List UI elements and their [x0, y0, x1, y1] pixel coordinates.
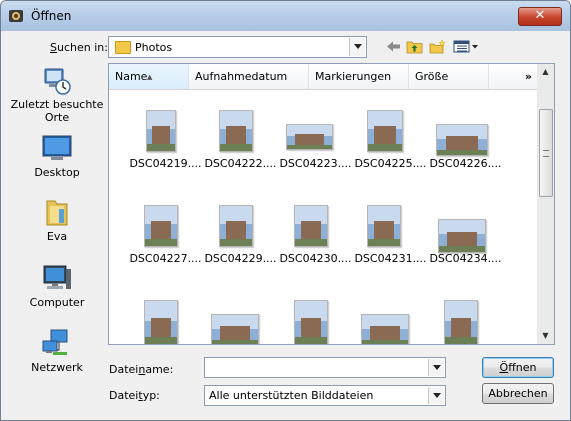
photo-thumbnail	[219, 110, 253, 152]
place-network-label: Netzwerk	[31, 361, 83, 374]
photo-thumbnail	[144, 205, 178, 247]
file-item[interactable]	[428, 294, 503, 344]
lookin-dropdown[interactable]: Photos	[108, 36, 367, 58]
place-recent-label: Zuletzt besuchte Orte	[10, 98, 104, 124]
lookin-label: Suchen in:	[50, 41, 108, 54]
file-name: DSC04230....	[279, 252, 352, 265]
photo-thumbnail	[367, 205, 401, 247]
file-item[interactable]: DSC04226....	[428, 104, 503, 194]
file-list[interactable]: ▲ Name Aufnahmedatum Markierungen Größe …	[108, 63, 555, 345]
column-size[interactable]: Größe	[409, 64, 489, 89]
close-icon: ✕	[534, 8, 546, 23]
photo-thumbnail	[294, 300, 328, 344]
place-computer[interactable]: Computer	[9, 263, 105, 313]
user-folder-icon	[46, 200, 68, 226]
file-item[interactable]: DSC04223....	[278, 104, 353, 194]
file-name: DSC04226....	[429, 157, 502, 170]
filetype-label: Dateityp:	[109, 389, 160, 402]
open-dialog: Öffnen ✕ Suchen in: Photos Zuletzt besuc…	[0, 0, 571, 421]
chevron-down-icon[interactable]	[428, 387, 444, 404]
file-item[interactable]	[203, 294, 278, 344]
new-folder-icon[interactable]	[429, 39, 446, 54]
photo-thumbnail	[444, 300, 478, 344]
photo-thumbnail	[436, 124, 488, 156]
place-network[interactable]: Netzwerk	[9, 328, 105, 378]
column-name[interactable]: ▲ Name	[109, 64, 189, 89]
file-name: DSC04229....	[204, 252, 277, 265]
lookin-value: Photos	[135, 41, 173, 54]
file-name: DSC04219....	[129, 157, 202, 170]
file-name: DSC04225....	[354, 157, 427, 170]
app-icon	[9, 10, 23, 22]
places-bar: Zuletzt besuchte Orte Desktop Eva Comput…	[9, 64, 105, 409]
place-desktop-label: Desktop	[34, 166, 80, 179]
computer-icon	[43, 265, 71, 289]
cancel-button[interactable]: Abbrechen	[482, 383, 554, 404]
photo-thumbnail	[286, 124, 333, 150]
open-button[interactable]: Öffnen	[482, 357, 554, 378]
file-item[interactable]	[353, 294, 428, 344]
scroll-up-icon[interactable]: ▲	[537, 64, 554, 80]
sort-ascending-icon: ▲	[147, 73, 153, 81]
file-item[interactable]: DSC04234....	[428, 199, 503, 289]
file-name: DSC04222....	[204, 157, 277, 170]
file-item[interactable]: DSC04219....	[128, 104, 203, 194]
photo-thumbnail	[146, 110, 176, 152]
column-date[interactable]: Aufnahmedatum	[189, 64, 309, 89]
photo-thumbnail	[367, 110, 403, 152]
title-bar[interactable]: Öffnen ✕	[1, 1, 570, 31]
place-eva-label: Eva	[46, 230, 68, 243]
place-computer-label: Computer	[29, 296, 85, 309]
desktop-icon	[42, 135, 72, 160]
file-name: DSC04234....	[429, 252, 502, 265]
photo-thumbnail	[144, 300, 178, 344]
photo-thumbnail	[219, 205, 253, 247]
photo-thumbnail	[438, 219, 486, 253]
close-button[interactable]: ✕	[518, 7, 562, 26]
file-name: DSC04231....	[354, 252, 427, 265]
recent-places-icon	[44, 68, 71, 95]
back-arrow-icon[interactable]	[385, 39, 402, 54]
dialog-body: Suchen in: Photos Zuletzt besuchte Orte …	[8, 31, 563, 413]
file-item[interactable]: DSC04229....	[203, 199, 278, 289]
file-item[interactable]	[128, 294, 203, 344]
chevron-down-icon[interactable]	[349, 38, 365, 56]
photo-thumbnail	[361, 314, 409, 344]
filename-input[interactable]	[204, 357, 446, 378]
more-columns-button[interactable]: »	[489, 64, 538, 89]
column-header: ▲ Name Aufnahmedatum Markierungen Größe …	[109, 64, 538, 90]
file-item[interactable]: DSC04222....	[203, 104, 278, 194]
file-item[interactable]: DSC04227....	[128, 199, 203, 289]
network-icon	[42, 329, 68, 355]
up-folder-icon[interactable]	[406, 39, 423, 54]
filename-label: Dateiname:	[109, 363, 174, 376]
photo-thumbnail	[294, 205, 328, 247]
photo-thumbnail	[211, 314, 259, 344]
vertical-scrollbar[interactable]: ▲ ▼	[537, 64, 554, 344]
file-item[interactable]: DSC04230....	[278, 199, 353, 289]
folder-icon	[115, 41, 131, 54]
file-item[interactable]: DSC04225....	[353, 104, 428, 194]
filetype-value: Alle unterstützten Bilddateien	[209, 389, 374, 402]
file-item[interactable]: DSC04231....	[353, 199, 428, 289]
filetype-dropdown[interactable]: Alle unterstützten Bilddateien	[204, 385, 446, 406]
scroll-down-icon[interactable]: ▼	[537, 328, 554, 344]
place-recent[interactable]: Zuletzt besuchte Orte	[9, 64, 105, 126]
place-eva[interactable]: Eva	[9, 197, 105, 247]
file-name: DSC04227....	[129, 252, 202, 265]
views-menu-icon[interactable]	[453, 39, 479, 54]
place-desktop[interactable]: Desktop	[9, 133, 105, 183]
window-title: Öffnen	[31, 9, 72, 23]
file-item[interactable]	[278, 294, 353, 344]
scroll-thumb[interactable]	[539, 109, 553, 197]
file-name: DSC04223....	[279, 157, 352, 170]
chevron-down-icon[interactable]	[428, 359, 444, 376]
column-tags[interactable]: Markierungen	[309, 64, 409, 89]
